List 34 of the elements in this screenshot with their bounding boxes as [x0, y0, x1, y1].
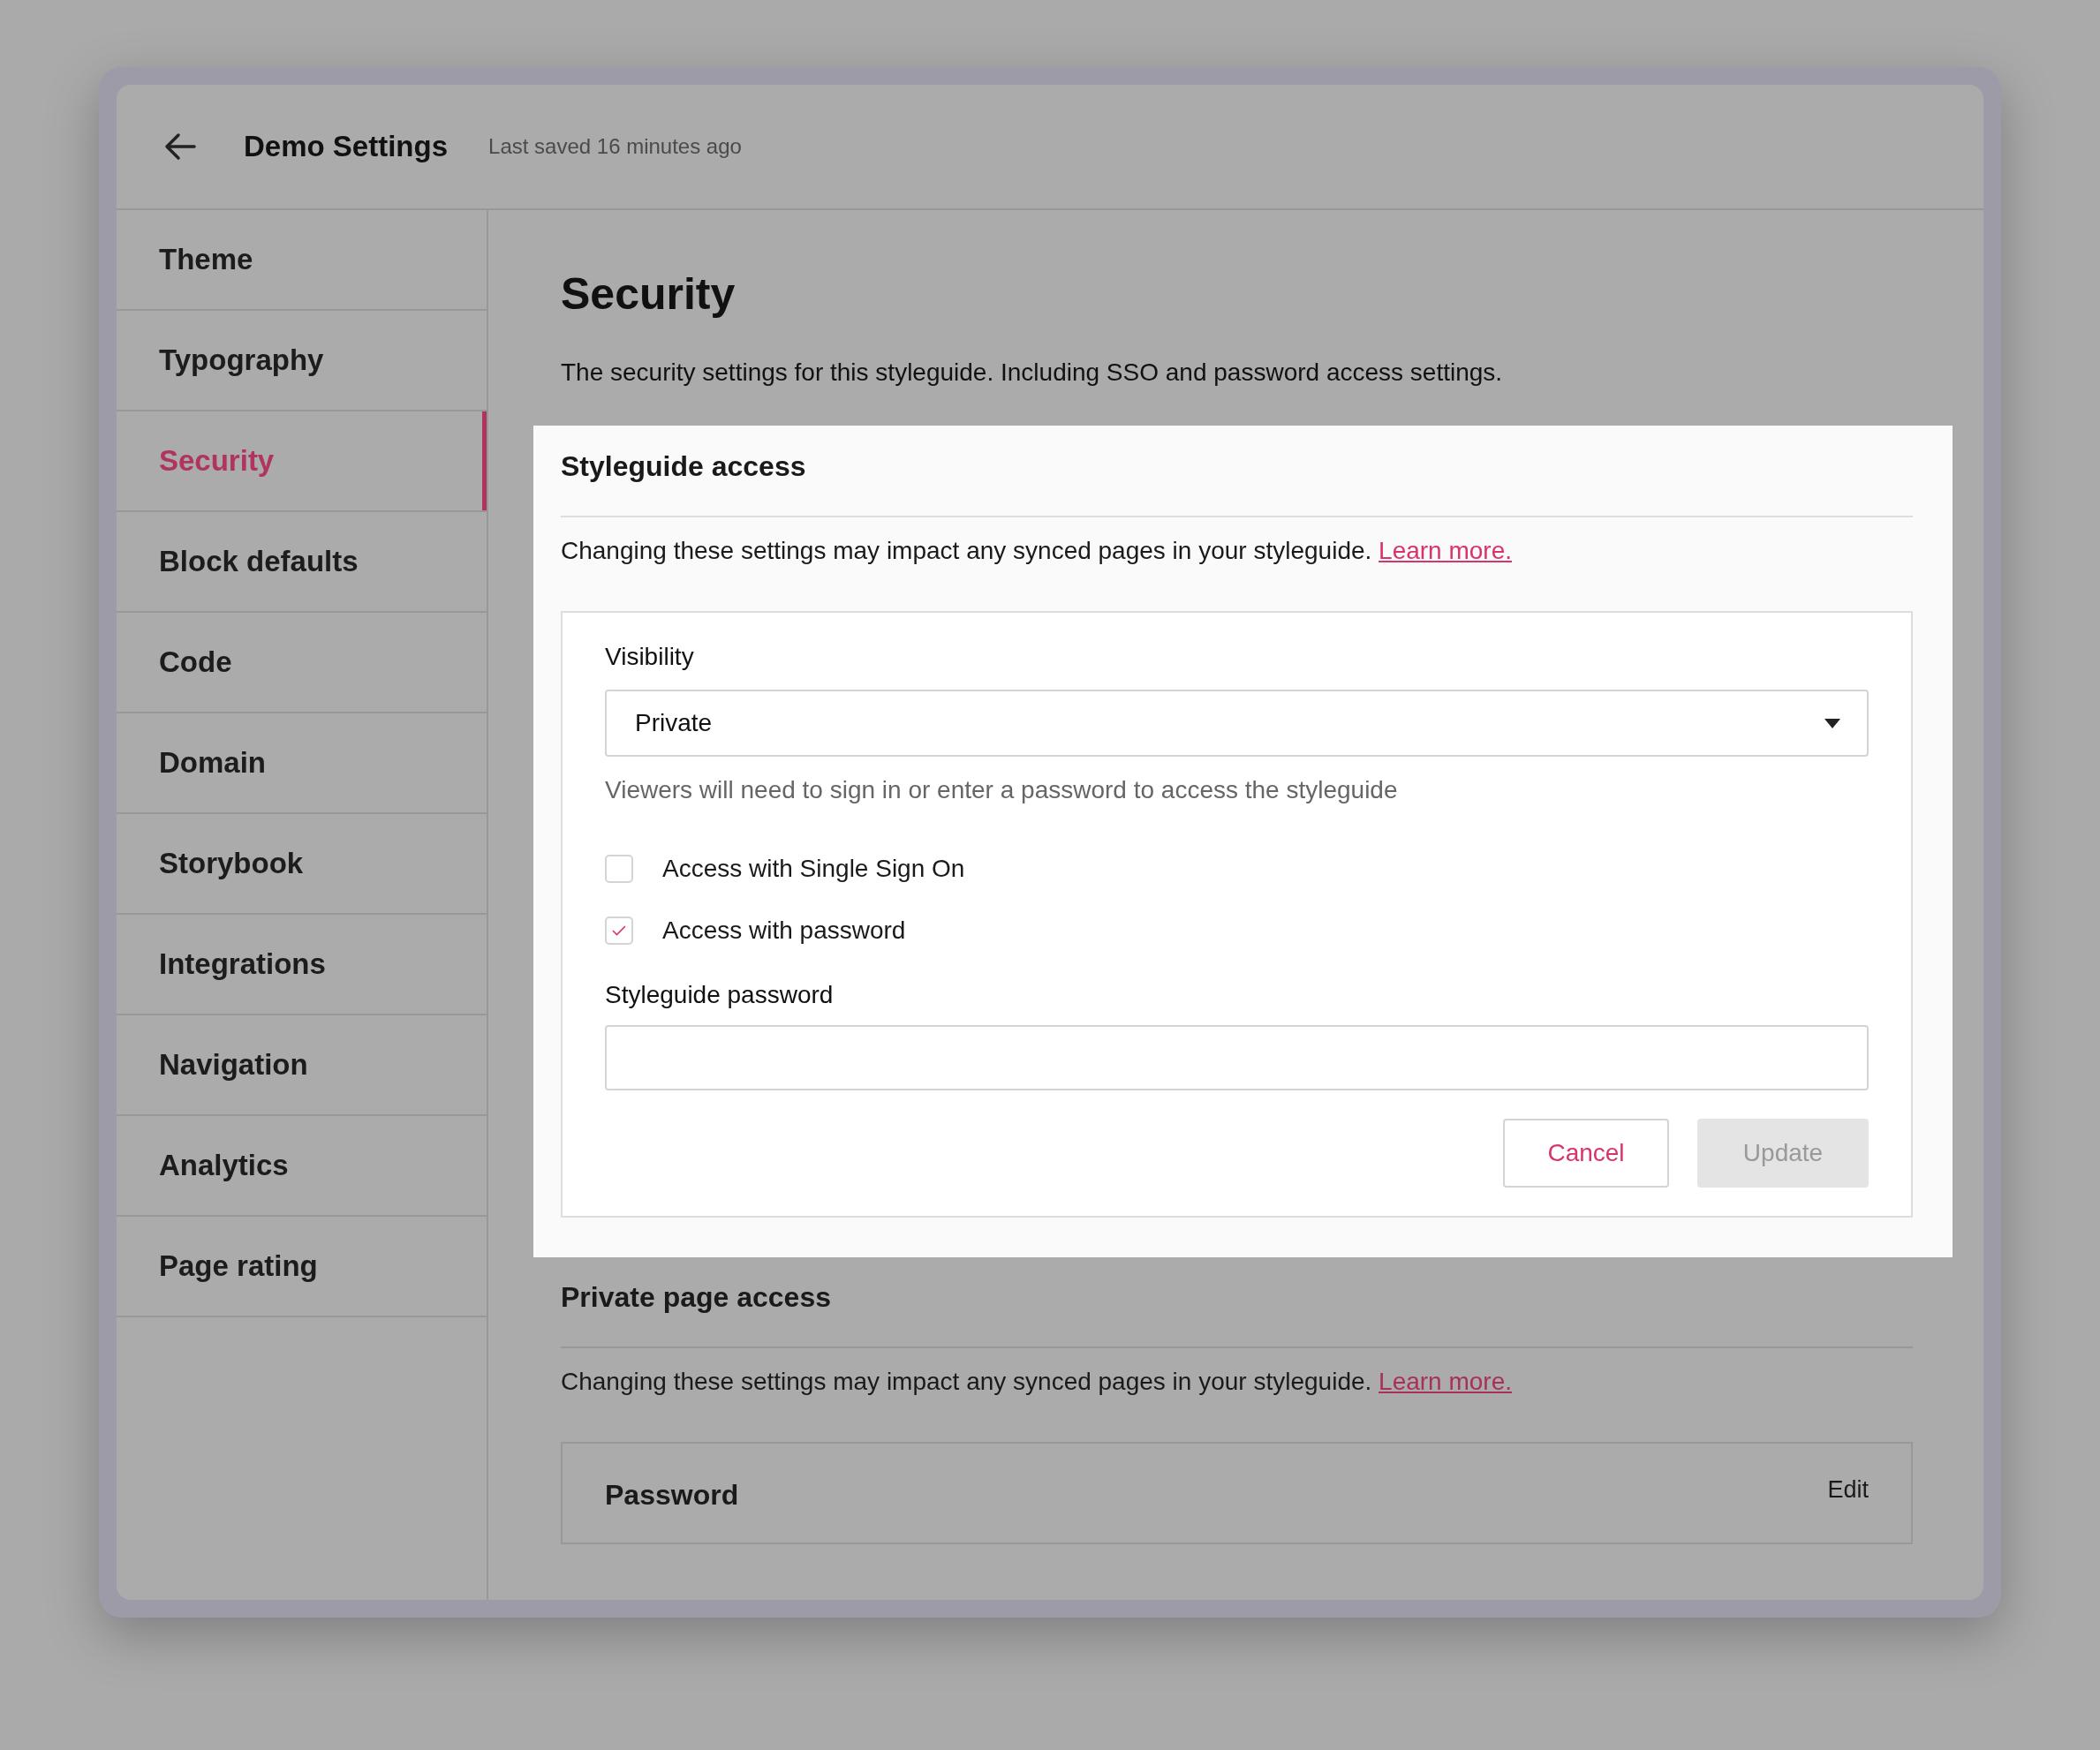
sidebar-item[interactable]: Storybook: [117, 814, 487, 915]
cancel-button[interactable]: Cancel: [1503, 1119, 1669, 1188]
row-label: Password: [605, 1478, 739, 1512]
notice-text: Changing these settings may impact any synced pages in your styleguide. Learn more.: [561, 537, 1514, 565]
learn-more-link[interactable]: Learn more.: [1379, 537, 1513, 564]
sidebar-item[interactable]: Analytics: [117, 1116, 487, 1217]
sidebar-item[interactable]: Integrations: [117, 915, 487, 1015]
help-text: Viewers will need to sign in or enter a password to access the styleguide: [605, 776, 1399, 804]
password-input-field[interactable]: [605, 1025, 1869, 1090]
checkbox-label: Access with password: [662, 916, 906, 945]
page-title: Security: [561, 268, 737, 320]
checkbox-label: Access with Single Sign On: [662, 855, 965, 883]
last-saved-text: Last saved 16 minutes ago: [488, 134, 742, 159]
sidebar-item[interactable]: Theme: [117, 210, 487, 311]
settings-title: Demo Settings: [244, 130, 449, 163]
section-heading: Private page access: [561, 1281, 1913, 1348]
sidebar-item[interactable]: Code: [117, 613, 487, 713]
edit-link[interactable]: Edit: [1827, 1475, 1869, 1504]
sidebar-item[interactable]: Page rating: [117, 1217, 487, 1317]
visibility-dropdown[interactable]: Private: [605, 690, 1869, 757]
checkbox[interactable]: [605, 916, 633, 945]
sidebar-item[interactable]: Typography: [117, 311, 487, 411]
caret-icon: [1824, 718, 1840, 728]
checkbox[interactable]: [605, 855, 633, 883]
field-label: Styleguide password: [605, 981, 835, 1009]
notice-text: Changing these settings may impact any synced pages in your styleguide. Learn more.: [561, 1368, 1514, 1396]
field-label: Visibility: [605, 643, 695, 671]
sidebar-item[interactable]: Block defaults: [117, 512, 487, 613]
section-heading: Styleguide access: [561, 450, 1913, 517]
sidebar-item[interactable]: Domain: [117, 713, 487, 814]
back-arrow-icon[interactable]: [164, 132, 196, 161]
sidebar-item[interactable]: Navigation: [117, 1015, 487, 1116]
page-description: The security settings for this styleguide. Including SSO and password access settings.: [561, 358, 1504, 388]
checkmark-icon: [612, 925, 626, 936]
